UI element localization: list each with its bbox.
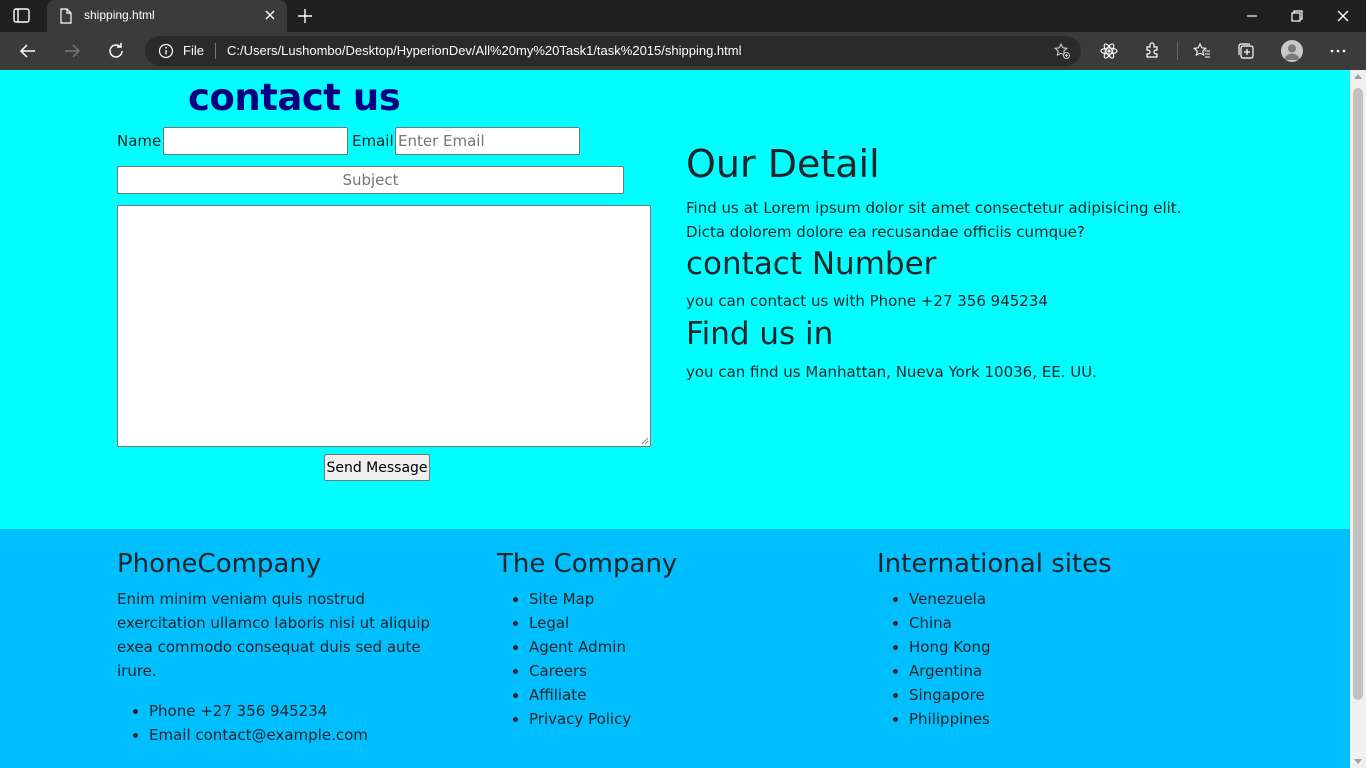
- footer-link[interactable]: Philippines: [909, 707, 1112, 731]
- name-input[interactable]: [163, 127, 348, 155]
- tab-strip: shipping.html: [0, 0, 1366, 32]
- footer-link[interactable]: Privacy Policy: [529, 707, 677, 731]
- tab-actions-icon[interactable]: [12, 7, 32, 25]
- add-favorite-icon[interactable]: [1053, 42, 1071, 60]
- footer-company-text: Enim minim veniam quis nostrud exercitat…: [117, 590, 431, 680]
- url-text[interactable]: C:/Users/Lushombo/Desktop/HyperionDev/Al…: [227, 43, 741, 58]
- contact-number-text: you can contact us with Phone +27 356 94…: [686, 292, 1048, 310]
- footer-company-links: Site Map Legal Agent Admin Careers Affil…: [497, 587, 677, 731]
- address-divider: [215, 43, 216, 59]
- resize-grip-icon[interactable]: [641, 437, 649, 445]
- active-tab[interactable]: shipping.html: [47, 0, 287, 32]
- new-tab-icon[interactable]: [296, 7, 314, 25]
- send-message-button[interactable]: Send Message: [324, 454, 430, 481]
- profile-icon: [1284, 44, 1300, 60]
- close-window-icon[interactable]: [1335, 8, 1351, 24]
- tab-title: shipping.html: [84, 8, 155, 22]
- footer-company-heading: PhoneCompany: [117, 549, 322, 579]
- find-us-heading: Find us in: [686, 316, 834, 352]
- footer-international-links: Venezuela China Hong Kong Argentina Sing…: [877, 587, 1112, 731]
- contact-title: contact us: [188, 76, 401, 119]
- footer-international-heading: International sites: [877, 549, 1112, 579]
- our-detail-heading: Our Detail: [686, 142, 880, 186]
- our-detail-text: Find us at Lorem ipsum dolor sit amet co…: [686, 199, 1182, 241]
- toolbar-divider: [1177, 42, 1178, 60]
- list-item: Phone +27 356 945234: [149, 699, 447, 723]
- minimize-icon[interactable]: [1244, 8, 1260, 24]
- footer-link[interactable]: China: [909, 611, 1112, 635]
- footer-link[interactable]: Legal: [529, 611, 677, 635]
- refresh-icon[interactable]: [106, 41, 126, 61]
- footer-link[interactable]: Affiliate: [529, 683, 677, 707]
- info-icon[interactable]: [158, 43, 174, 59]
- footer-link[interactable]: Argentina: [909, 659, 1112, 683]
- restore-icon[interactable]: [1289, 8, 1305, 24]
- forward-icon[interactable]: [62, 41, 82, 61]
- footer-the-company-heading: The Company: [497, 549, 678, 579]
- contact-number-heading: contact Number: [686, 246, 937, 282]
- address-bar[interactable]: File C:/Users/Lushombo/Desktop/HyperionD…: [145, 36, 1081, 66]
- find-us-text: you can find us Manhattan, Nueva York 10…: [686, 363, 1097, 381]
- page-viewport: contact us Name Email Send Message Our D…: [0, 70, 1350, 768]
- file-icon: [60, 8, 72, 24]
- favorites-icon[interactable]: [1192, 41, 1212, 61]
- email-input[interactable]: [395, 127, 580, 155]
- scroll-up-icon[interactable]: [1354, 74, 1362, 79]
- list-item: Email contact@example.com: [149, 723, 447, 747]
- scroll-down-icon[interactable]: [1354, 759, 1362, 764]
- extensions-icon[interactable]: [1143, 41, 1163, 61]
- subject-input[interactable]: [117, 166, 624, 194]
- scroll-thumb[interactable]: [1353, 88, 1363, 700]
- footer-the-company-column: The Company Site Map Legal Agent Admin C…: [497, 549, 677, 731]
- footer-link[interactable]: Hong Kong: [909, 635, 1112, 659]
- more-menu-icon[interactable]: [1328, 41, 1348, 61]
- footer-link[interactable]: Careers: [529, 659, 677, 683]
- footer: PhoneCompany Enim minim veniam quis nost…: [0, 529, 1350, 768]
- footer-link[interactable]: Venezuela: [909, 587, 1112, 611]
- email-label: Email: [352, 132, 394, 150]
- footer-international-column: International sites Venezuela China Hong…: [877, 549, 1112, 731]
- footer-company-column: PhoneCompany Enim minim veniam quis nost…: [117, 549, 447, 747]
- profile-avatar[interactable]: [1281, 40, 1303, 62]
- vertical-scrollbar[interactable]: [1350, 70, 1366, 768]
- close-tab-icon[interactable]: [263, 8, 277, 22]
- name-label: Name: [117, 132, 162, 150]
- back-icon[interactable]: [18, 41, 38, 61]
- collections-icon[interactable]: [1236, 41, 1256, 61]
- footer-contact-list: Phone +27 356 945234 Email contact@examp…: [117, 699, 447, 747]
- scheme-label: File: [183, 43, 204, 58]
- footer-link[interactable]: Site Map: [529, 587, 677, 611]
- footer-link[interactable]: Singapore: [909, 683, 1112, 707]
- footer-link[interactable]: Agent Admin: [529, 635, 677, 659]
- browser-toolbar: File C:/Users/Lushombo/Desktop/HyperionD…: [0, 32, 1366, 70]
- react-devtools-icon[interactable]: [1099, 41, 1119, 61]
- message-textarea[interactable]: [117, 205, 651, 447]
